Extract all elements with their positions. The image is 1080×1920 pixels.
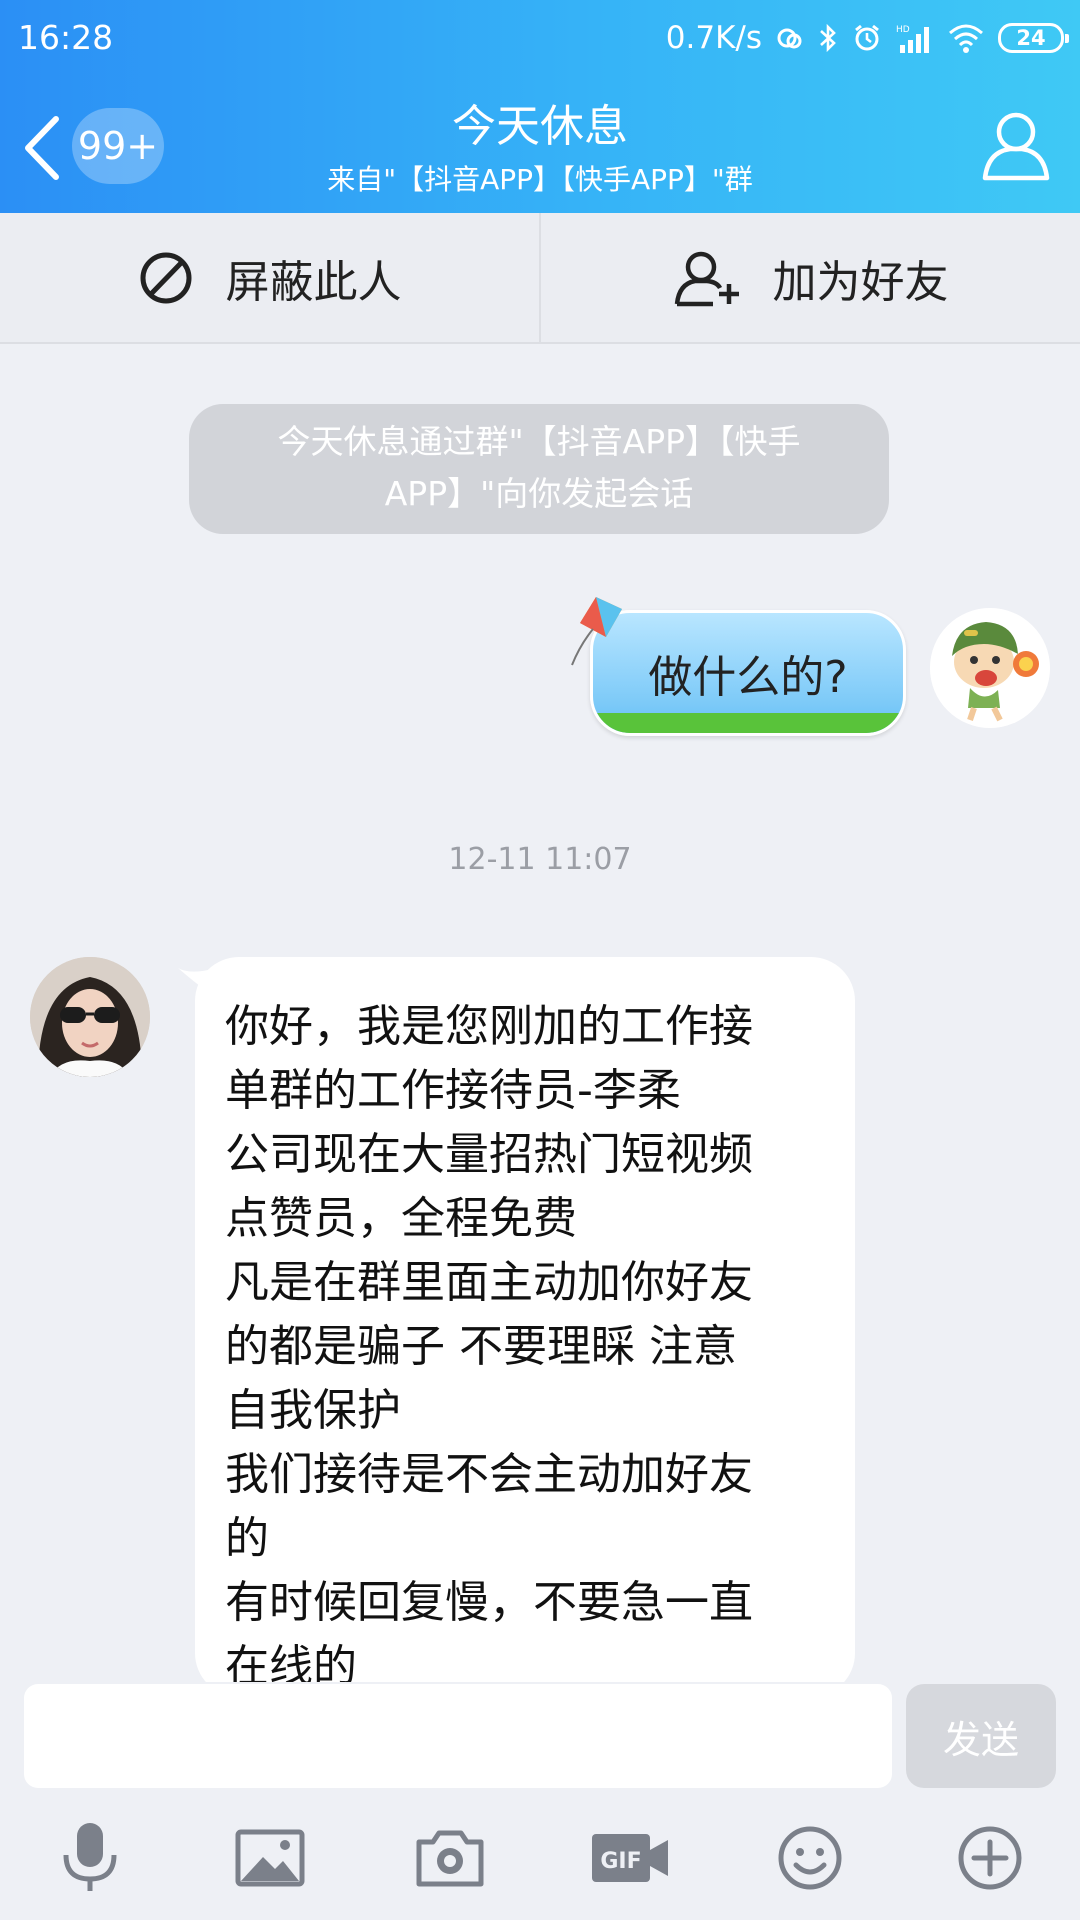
user-icon (982, 112, 1050, 181)
page-subtitle: 来自"【抖音APP】【快手APP】"群 (327, 163, 753, 196)
input-area: 发送 GIF (0, 1682, 1080, 1920)
incoming-message-line: 点赞员，全程免费 (225, 1193, 577, 1244)
incoming-message-line: 的 (225, 1513, 269, 1564)
block-icon (140, 252, 191, 303)
smiley-icon (778, 1826, 842, 1890)
camera-button[interactable] (405, 1808, 495, 1908)
kite-icon (571, 597, 622, 666)
svg-text:HD: HD (896, 25, 910, 35)
contact-avatar[interactable] (30, 957, 150, 1077)
bluetooth-icon (818, 23, 838, 53)
emoji-button[interactable] (765, 1808, 855, 1908)
battery-icon: 24 (998, 23, 1069, 53)
system-message-line: 今天休息通过群"【抖音APP】【快手 (277, 422, 801, 461)
alarm-icon (852, 23, 882, 53)
incoming-message-line: 我们接待是不会主动加好友 (225, 1449, 753, 1500)
more-button[interactable] (945, 1808, 1035, 1908)
contact-photo-icon (30, 957, 150, 1077)
incoming-message-line: 的都是骗子 不要理睬 注意 (225, 1321, 737, 1372)
incoming-message-line: 凡是在群里面主动加你好友 (225, 1257, 753, 1308)
system-message: 今天休息通过群"【抖音APP】【快手 APP】"向你发起会话 (189, 404, 889, 534)
block-user-button[interactable]: 屏蔽此人 (0, 213, 539, 342)
incoming-message-line: 自我保护 (225, 1385, 401, 1436)
message-input[interactable] (24, 1684, 892, 1788)
add-friend-icon (674, 251, 739, 306)
action-bar: 屏蔽此人 加为好友 (0, 213, 1080, 344)
plus-circle-icon (958, 1826, 1022, 1890)
cartoon-soldier-avatar-icon (930, 608, 1050, 728)
image-icon (235, 1829, 305, 1887)
system-message-line: APP】"向你发起会话 (384, 474, 694, 513)
voice-button[interactable] (45, 1808, 135, 1908)
svg-text:GIF: GIF (600, 1849, 641, 1874)
page-title: 今天休息 (452, 101, 628, 152)
status-time: 16:28 (18, 18, 114, 57)
net-speed: 0.7K/s (665, 20, 762, 56)
image-button[interactable] (225, 1808, 315, 1908)
my-avatar[interactable] (930, 608, 1050, 728)
wifi-icon (948, 23, 984, 53)
status-icons: 0.7K/s HD 24 (665, 14, 1069, 62)
message-timestamp: 12-11 11:07 (448, 842, 632, 877)
block-user-label: 屏蔽此人 (225, 256, 402, 308)
outgoing-message-text: 做什么的? (648, 652, 848, 703)
signal-icon: HD (896, 23, 934, 53)
incoming-message-line: 有时候回复慢，不要急一直 (225, 1577, 753, 1628)
outgoing-message-bubble[interactable]: 做什么的? (590, 610, 906, 740)
camera-icon (416, 1830, 484, 1887)
gif-icon: GIF (592, 1834, 668, 1882)
gif-button[interactable]: GIF (585, 1808, 675, 1908)
add-friend-label: 加为好友 (772, 256, 949, 308)
chat-header: 16:28 0.7K/s HD 24 99+ 今天休息 来自"【抖音APP】【快… (0, 0, 1080, 213)
input-toolbar: GIF (0, 1808, 1080, 1918)
incoming-message-line: 单群的工作接待员-李柔 (225, 1065, 681, 1116)
profile-button[interactable] (980, 108, 1052, 182)
send-button[interactable]: 发送 (906, 1684, 1056, 1788)
microphone-icon (63, 1823, 117, 1891)
data-saver-icon (776, 24, 804, 52)
incoming-message-line: 你好，我是您刚加的工作接 (225, 1001, 753, 1052)
add-friend-button[interactable]: 加为好友 (539, 213, 1080, 342)
status-bar: 16:28 0.7K/s HD 24 (0, 0, 1080, 76)
incoming-message-line: 公司现在大量招热门短视频 (225, 1129, 753, 1180)
incoming-message-bubble[interactable]: 你好，我是您刚加的工作接 单群的工作接待员-李柔 公司现在大量招热门短视频 点赞… (195, 957, 855, 1697)
